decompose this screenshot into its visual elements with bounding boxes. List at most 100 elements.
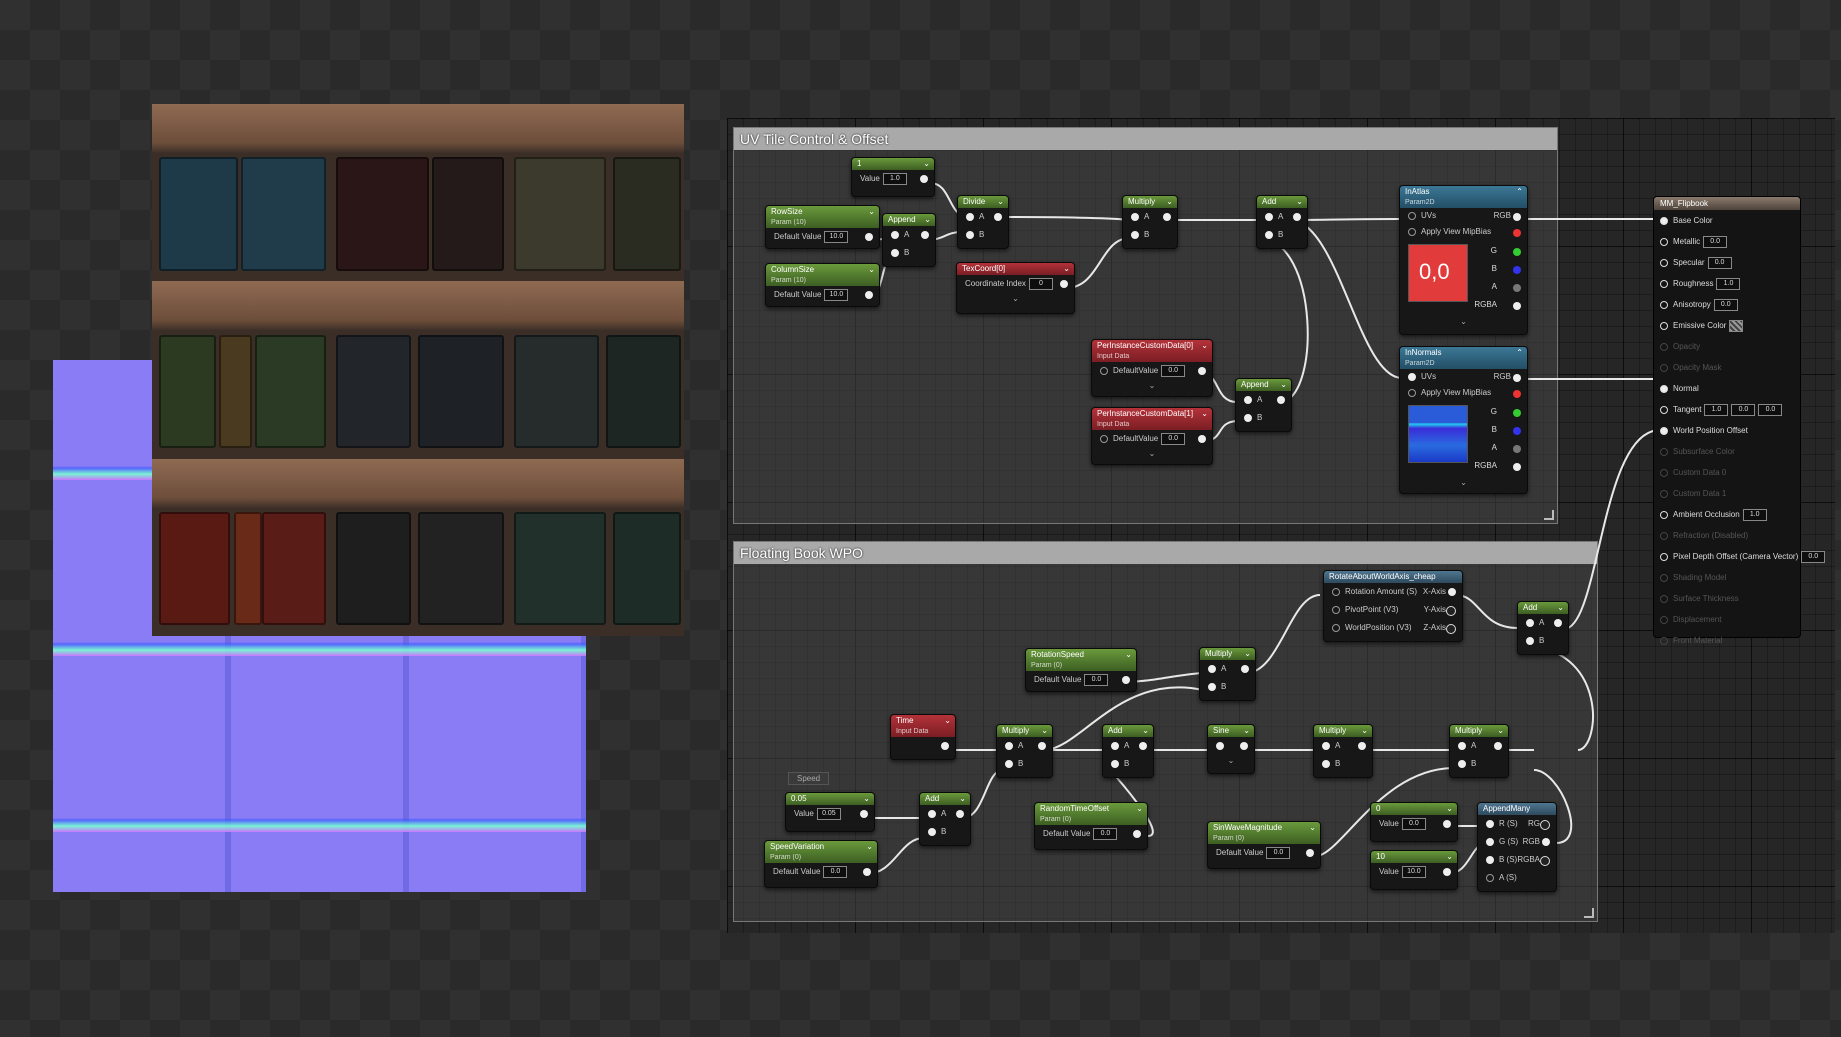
output-pin[interactable] bbox=[1240, 742, 1248, 750]
add-node[interactable]: Add ⌄ A B bbox=[919, 792, 971, 846]
input-pin[interactable] bbox=[1660, 384, 1668, 393]
material-pin-row[interactable]: Custom Data 0 bbox=[1654, 462, 1800, 483]
output-pin[interactable] bbox=[1540, 820, 1550, 830]
material-pin-row[interactable]: Custom Data 1 bbox=[1654, 483, 1800, 504]
input-pin[interactable] bbox=[966, 230, 974, 239]
material-pin-row[interactable]: Ambient Occlusion 1.0 bbox=[1654, 504, 1800, 525]
input-pin[interactable] bbox=[1100, 366, 1108, 375]
output-pin[interactable] bbox=[994, 213, 1002, 221]
chevron-down-icon[interactable]: ⌄ bbox=[1063, 263, 1070, 275]
output-pin[interactable] bbox=[1198, 435, 1206, 443]
input-pin[interactable] bbox=[1100, 434, 1108, 443]
material-pin-row[interactable]: Subsurface Color bbox=[1654, 441, 1800, 462]
input-pin[interactable] bbox=[1660, 531, 1668, 540]
output-pin[interactable] bbox=[1293, 213, 1301, 221]
output-pin[interactable] bbox=[1277, 396, 1285, 404]
value-field[interactable]: 0.0 bbox=[1713, 298, 1738, 311]
chevron-down-icon[interactable]: ⌄ bbox=[868, 206, 875, 217]
multiply-node[interactable]: Multiply ⌄ A B bbox=[996, 724, 1053, 778]
output-pin[interactable] bbox=[941, 742, 949, 750]
input-pin[interactable] bbox=[928, 827, 936, 836]
output-pin[interactable] bbox=[1446, 624, 1456, 634]
chevron-down-icon[interactable]: ⌄ bbox=[1142, 725, 1149, 737]
input-pin[interactable] bbox=[1111, 759, 1119, 768]
output-pin-g[interactable] bbox=[1513, 248, 1521, 256]
input-pin[interactable] bbox=[1660, 321, 1668, 330]
value-field[interactable]: 0.0 bbox=[1703, 235, 1728, 248]
material-pin-row[interactable]: Shading Model bbox=[1654, 567, 1800, 588]
input-pin[interactable] bbox=[1660, 279, 1668, 288]
multiply-node[interactable]: Multiply ⌄ A B bbox=[1449, 724, 1509, 778]
randomtimeoffset-param-node[interactable]: RandomTimeOffset Param (0) ⌄ Default Value… bbox=[1034, 802, 1148, 850]
append-node[interactable]: Append ⌄ A B bbox=[882, 213, 936, 267]
input-pin[interactable] bbox=[891, 248, 899, 257]
input-pin[interactable] bbox=[1216, 741, 1224, 750]
constant-0-node[interactable]: 0 ⌄ Value 0.0 bbox=[1370, 802, 1458, 842]
output-pin[interactable] bbox=[1306, 849, 1314, 857]
material-pin-row[interactable]: Pixel Depth Offset (Camera Vector) 0.0 bbox=[1654, 546, 1826, 567]
material-pin-row[interactable]: Emissive Color bbox=[1654, 315, 1800, 336]
chevron-down-icon[interactable]: ⌄ bbox=[863, 793, 870, 805]
chevron-down-icon[interactable]: ⌄ bbox=[1041, 725, 1048, 737]
input-pin[interactable] bbox=[1486, 873, 1494, 882]
chevron-down-icon[interactable]: ⌄ bbox=[944, 715, 951, 726]
output-pin[interactable] bbox=[1139, 742, 1147, 750]
append-node[interactable]: Append ⌄ A B bbox=[1235, 378, 1292, 432]
expand-arrow-icon[interactable]: ⌄ bbox=[957, 293, 1074, 305]
output-pin[interactable] bbox=[1540, 856, 1550, 866]
input-pin[interactable] bbox=[1408, 227, 1416, 236]
chevron-down-icon[interactable]: ⌄ bbox=[1309, 822, 1316, 833]
input-pin[interactable] bbox=[1526, 618, 1534, 627]
output-pin[interactable] bbox=[956, 810, 964, 818]
input-pin[interactable] bbox=[1332, 605, 1340, 614]
input-pin[interactable] bbox=[1458, 741, 1466, 750]
output-pin-b[interactable] bbox=[1513, 266, 1521, 274]
innormals-texture-node[interactable]: InNormals Param2D ⌃ UVs RGB Apply View MipB… bbox=[1399, 346, 1528, 494]
constant-005-node[interactable]: 0.05 ⌄ Value 0.05 bbox=[785, 792, 875, 832]
output-pin[interactable] bbox=[1443, 820, 1451, 828]
output-pin[interactable] bbox=[1446, 606, 1456, 616]
input-pin[interactable] bbox=[1244, 413, 1252, 422]
value-field[interactable]: 0.0 bbox=[1266, 846, 1291, 859]
input-pin[interactable] bbox=[928, 809, 936, 818]
chevron-down-icon[interactable]: ⌄ bbox=[1166, 196, 1173, 208]
divide-node[interactable]: Divide ⌄ A B bbox=[957, 195, 1009, 249]
value-field[interactable]: 10.0 bbox=[824, 230, 849, 243]
output-pin[interactable] bbox=[1448, 588, 1456, 596]
chevron-down-icon[interactable]: ⌄ bbox=[1243, 725, 1250, 737]
time-node[interactable]: Time Input Data ⌄ bbox=[890, 714, 956, 760]
input-pin[interactable] bbox=[1660, 426, 1668, 435]
input-pin[interactable] bbox=[1660, 447, 1668, 456]
chevron-down-icon[interactable]: ⌄ bbox=[1280, 379, 1287, 391]
chevron-down-icon[interactable]: ⌄ bbox=[1125, 649, 1132, 660]
input-pin[interactable] bbox=[1111, 741, 1119, 750]
texcoord-node[interactable]: TexCoord[0] ⌄ Coordinate Index 0 ⌄ bbox=[956, 262, 1075, 314]
output-pin-r[interactable] bbox=[1513, 390, 1521, 398]
constant-1-node[interactable]: 1 ⌄ Value 1.0 bbox=[851, 157, 935, 197]
input-pin[interactable] bbox=[1660, 363, 1668, 372]
material-pin-row[interactable]: Front Material bbox=[1654, 630, 1800, 651]
output-pin[interactable] bbox=[1554, 619, 1562, 627]
sinwavemagnitude-param-node[interactable]: SinWaveMagnitude Param (0) ⌄ Default Value… bbox=[1207, 821, 1321, 869]
material-pin-row[interactable]: Opacity Mask bbox=[1654, 357, 1800, 378]
input-pin[interactable] bbox=[891, 230, 899, 239]
output-pin[interactable] bbox=[1542, 838, 1550, 846]
input-pin[interactable] bbox=[1660, 552, 1668, 561]
output-pin[interactable] bbox=[1163, 213, 1171, 221]
output-pin[interactable] bbox=[865, 291, 873, 299]
input-pin[interactable] bbox=[966, 212, 974, 221]
input-pin[interactable] bbox=[1660, 342, 1668, 351]
material-pin-row[interactable]: Displacement bbox=[1654, 609, 1800, 630]
expand-arrow-icon[interactable]: ⌄ bbox=[1208, 755, 1254, 767]
input-pin[interactable] bbox=[1322, 741, 1330, 750]
input-pin[interactable] bbox=[1526, 636, 1534, 645]
output-pin[interactable] bbox=[1060, 280, 1068, 288]
output-pin[interactable] bbox=[865, 233, 873, 241]
input-pin[interactable] bbox=[1265, 230, 1273, 239]
input-pin[interactable] bbox=[1131, 230, 1139, 239]
input-pin[interactable] bbox=[1005, 759, 1013, 768]
input-pin[interactable] bbox=[1005, 741, 1013, 750]
input-pin[interactable] bbox=[1265, 212, 1273, 221]
chevron-down-icon[interactable]: ⌄ bbox=[1557, 602, 1564, 614]
perinstancecustomdata-1-node[interactable]: PerInstanceCustomData[1] Input Data ⌄ Defa… bbox=[1091, 407, 1213, 465]
